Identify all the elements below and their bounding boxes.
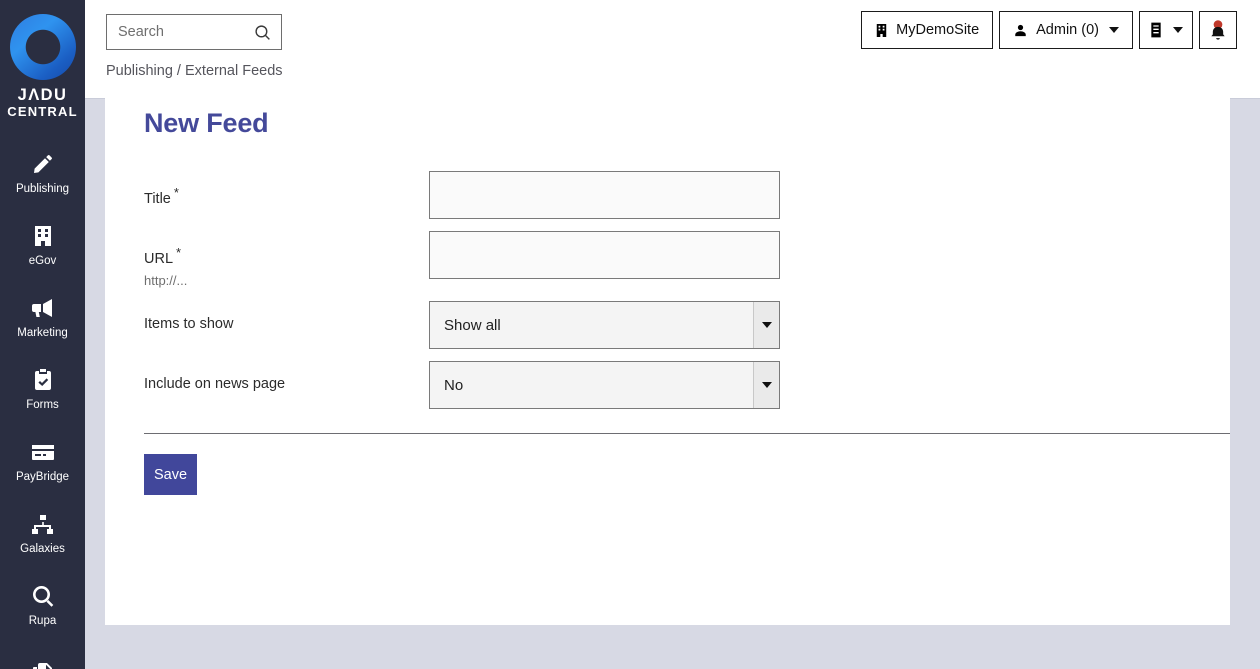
items-to-show-value: Show all (444, 316, 501, 334)
field-label-text: Title (144, 190, 171, 207)
search-box[interactable] (106, 14, 282, 50)
page-title: New Feed (144, 108, 269, 138)
site-selector-button[interactable]: MyDemoSite (861, 11, 994, 49)
bell-icon (1208, 19, 1228, 41)
top-right-controls: MyDemoSite Admin (0) (861, 11, 1237, 49)
sidebar-item-label: Publishing (15, 182, 70, 195)
field-label-title: Title * (144, 171, 429, 208)
sidebar-item-egov[interactable]: eGov (0, 209, 85, 281)
field-label-items-to-show: Items to show (144, 316, 234, 333)
items-to-show-select[interactable]: Show all (429, 301, 780, 350)
building-icon (875, 23, 888, 38)
chevron-down-icon[interactable] (753, 362, 779, 409)
sidebar-logo[interactable]: JΛDU CENTRAL (0, 0, 85, 119)
admin-menu-button[interactable]: Admin (0) (999, 11, 1133, 49)
main-area: Publishing / External Feeds MyDemoSite A… (85, 0, 1260, 669)
notifications-button[interactable] (1199, 11, 1237, 49)
copy-files-icon (31, 661, 55, 669)
sidebar-item-label: PayBridge (15, 470, 70, 483)
form-divider (144, 433, 1230, 435)
search-input[interactable] (107, 16, 249, 48)
logo-line-1: JΛDU (17, 86, 68, 104)
form-row-url: URL * http://... (144, 231, 1211, 289)
sidebar-item-copy-files[interactable] (0, 641, 85, 669)
sidebar-item-label: Galaxies (20, 542, 65, 555)
content-card: New Feed Title * URL * http://... Items … (105, 78, 1230, 625)
include-on-news-page-value: No (444, 376, 464, 394)
new-feed-form: Title * URL * http://... Items to show Sho… (144, 171, 1211, 410)
clipboard-check-icon (33, 367, 53, 393)
form-row-items-to-show: Items to show Show all (144, 301, 1211, 350)
megaphone-icon (30, 295, 56, 321)
title-input[interactable] (429, 171, 780, 219)
site-selector-label: MyDemoSite (896, 22, 980, 38)
building-icon (32, 223, 54, 249)
credit-card-icon (30, 439, 56, 465)
app-root: JΛDU CENTRAL Publishing eGov Marketing F… (0, 0, 1260, 669)
sidebar-logo-text: JΛDU CENTRAL (7, 86, 78, 119)
field-hint-url: http://... (144, 272, 188, 288)
url-input[interactable] (429, 231, 780, 279)
chevron-down-icon (1173, 27, 1183, 33)
required-marker: * (173, 185, 179, 200)
admin-menu-label: Admin (0) (1036, 22, 1099, 38)
include-on-news-page-select[interactable]: No (429, 361, 780, 410)
sidebar-item-paybridge[interactable]: PayBridge (0, 425, 85, 497)
chevron-down-icon[interactable] (753, 302, 779, 349)
sidebar-item-label: Rupa (28, 614, 57, 627)
pencil-icon (31, 151, 55, 177)
form-row-title: Title * (144, 171, 1211, 219)
user-icon (1013, 23, 1028, 38)
sidebar-item-publishing[interactable]: Publishing (0, 137, 85, 209)
sidebar-item-galaxies[interactable]: Galaxies (0, 497, 85, 569)
sidebar-item-rupa[interactable]: Rupa (0, 569, 85, 641)
required-marker: * (176, 245, 182, 260)
magnifier-icon (31, 583, 55, 609)
field-label-text: URL (144, 250, 174, 267)
field-label-url: URL * http://... (144, 231, 429, 289)
sitemap-icon (30, 511, 56, 537)
sidebar-item-label: Forms (26, 398, 59, 411)
sidebar-item-label: eGov (28, 254, 57, 267)
save-button[interactable]: Save (144, 454, 197, 496)
sidebar-item-label: Marketing (17, 326, 68, 339)
logo-line-2: CENTRAL (7, 103, 78, 119)
form-row-include-on-news-page: Include on news page No (144, 361, 1211, 410)
sidebar-item-forms[interactable]: Forms (0, 353, 85, 425)
sidebar-nav: Publishing eGov Marketing Forms PayBridg… (0, 137, 85, 669)
breadcrumb: Publishing / External Feeds (106, 63, 283, 79)
sidebar-item-marketing[interactable]: Marketing (0, 281, 85, 353)
chevron-down-icon (1109, 27, 1119, 33)
sidebar: JΛDU CENTRAL Publishing eGov Marketing F… (0, 0, 85, 669)
book-icon (1149, 22, 1163, 38)
jadu-ring-logo (9, 14, 76, 80)
search-icon[interactable] (249, 24, 275, 41)
docs-menu-button[interactable] (1139, 11, 1193, 49)
field-label-include-on-news-page: Include on news page (144, 376, 286, 393)
